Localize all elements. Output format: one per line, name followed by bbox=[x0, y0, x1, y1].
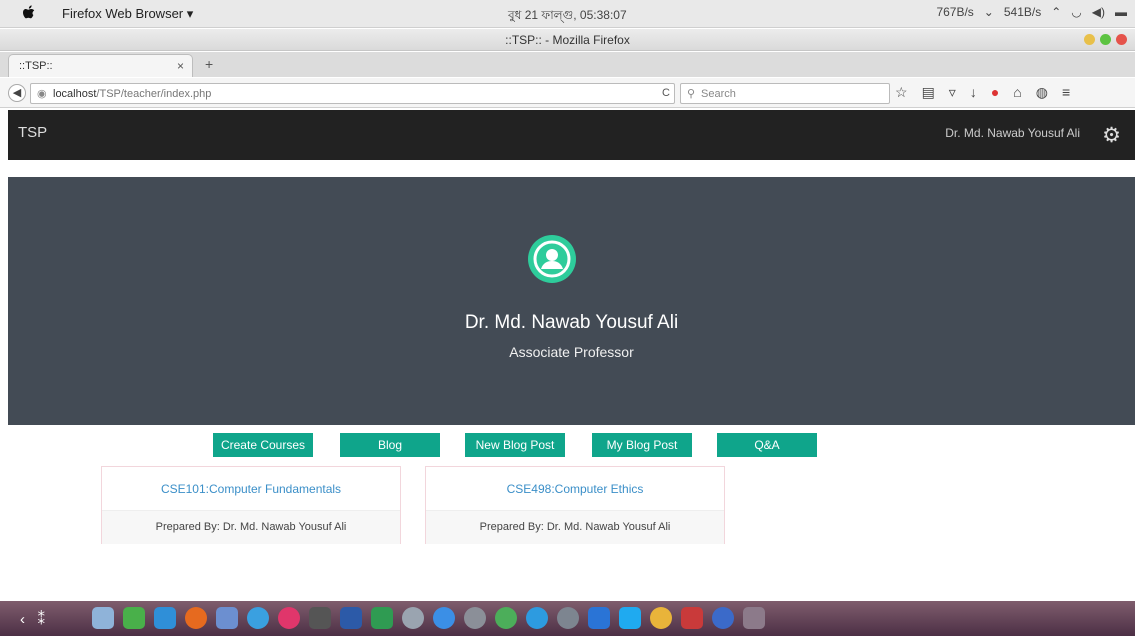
itunes-icon[interactable] bbox=[278, 607, 300, 629]
qa-button[interactable]: Q&A bbox=[717, 433, 817, 457]
course-card: CSE498:Computer Ethics Prepared By: Dr. … bbox=[425, 466, 725, 544]
minimize-button[interactable] bbox=[1084, 34, 1095, 45]
maximize-button[interactable] bbox=[1100, 34, 1111, 45]
course-title-link[interactable]: CSE101:Computer Fundamentals bbox=[102, 467, 400, 511]
messenger-icon[interactable] bbox=[526, 607, 548, 629]
profile-role: Associate Professor bbox=[509, 344, 634, 360]
check-icon[interactable] bbox=[123, 607, 145, 629]
word-icon[interactable] bbox=[340, 607, 362, 629]
blog-button[interactable]: Blog bbox=[340, 433, 440, 457]
system-tray: 767B/s ⌄ 541B/s ⌃ ◡ ◀) ▬ bbox=[936, 5, 1127, 19]
appstore-icon[interactable] bbox=[433, 607, 455, 629]
messages-icon[interactable] bbox=[247, 607, 269, 629]
upload-rate: 541B/s bbox=[1003, 5, 1042, 19]
misc-icon[interactable] bbox=[712, 607, 734, 629]
site-info-icon[interactable]: ◉ bbox=[37, 87, 47, 100]
profile-header: Dr. Md. Nawab Yousuf Ali Associate Profe… bbox=[8, 177, 1135, 425]
window-controls bbox=[1084, 34, 1127, 45]
settings-icon[interactable] bbox=[464, 607, 486, 629]
system-clock: বুধ 21 ফাল্গু, 05:38:07 bbox=[508, 8, 627, 22]
arrow-left-icon: ◀ bbox=[12, 87, 22, 99]
chevron-down-icon[interactable]: ⌄ bbox=[984, 5, 994, 19]
download-rate: 767B/s bbox=[936, 5, 974, 19]
window-title-bar: ::TSP:: - Mozilla Firefox bbox=[0, 29, 1135, 51]
url-host: localhost bbox=[53, 88, 97, 100]
battery-icon[interactable]: ▬ bbox=[1115, 5, 1127, 19]
reload-icon[interactable]: C bbox=[662, 87, 670, 99]
addon-icon[interactable]: ● bbox=[991, 84, 999, 101]
chrome-icon[interactable] bbox=[650, 607, 672, 629]
flashcard-icon[interactable] bbox=[681, 607, 703, 629]
search-input[interactable]: ⚲ Search bbox=[680, 83, 890, 104]
site-brand[interactable]: TSP bbox=[18, 124, 47, 141]
close-icon[interactable]: × bbox=[177, 59, 184, 73]
excel-icon[interactable] bbox=[371, 607, 393, 629]
os-menu-bar: Firefox Web Browser ▾ বুধ 21 ফাল্গু, 05:… bbox=[0, 0, 1135, 28]
close-window-button[interactable] bbox=[1116, 34, 1127, 45]
user-name-link[interactable]: Dr. Md. Nawab Yousuf Ali bbox=[945, 126, 1080, 140]
utility-icon[interactable] bbox=[402, 607, 424, 629]
url-path: /TSP/teacher/index.php bbox=[96, 88, 212, 100]
launcher-icon[interactable] bbox=[92, 607, 114, 629]
photo-icon[interactable] bbox=[309, 607, 331, 629]
url-text: localhost/TSP/teacher/index.php bbox=[53, 88, 211, 100]
pocket-icon[interactable]: ▿ bbox=[949, 84, 956, 101]
volume-icon[interactable]: ◀) bbox=[1092, 5, 1105, 19]
my-blog-post-button[interactable]: My Blog Post bbox=[592, 433, 692, 457]
course-author: Prepared By: Dr. Md. Nawab Yousuf Ali bbox=[426, 511, 724, 544]
map-icon[interactable] bbox=[495, 607, 517, 629]
course-card: CSE101:Computer Fundamentals Prepared By… bbox=[101, 466, 401, 544]
wifi-icon[interactable]: ◡ bbox=[1071, 5, 1081, 19]
star-icon[interactable]: ☆ bbox=[895, 84, 908, 101]
firefox-icon[interactable] bbox=[185, 607, 207, 629]
new-blog-post-button[interactable]: New Blog Post bbox=[465, 433, 565, 457]
back-button[interactable]: ◀ bbox=[8, 84, 26, 102]
grid-icon[interactable] bbox=[743, 607, 765, 629]
dock-back-icon[interactable]: ‹ ⁑ bbox=[20, 610, 45, 628]
avatar bbox=[528, 235, 576, 283]
window-title: ::TSP:: - Mozilla Firefox bbox=[505, 33, 630, 47]
course-title-link[interactable]: CSE498:Computer Ethics bbox=[426, 467, 724, 511]
gear-icon[interactable]: ⚙ bbox=[1102, 123, 1121, 148]
dock: ‹ ⁑ bbox=[0, 601, 1135, 636]
toolbar-icons: ☆ ▤ ▿ ↓ ● ⌂ ◍ ≡ bbox=[895, 84, 1070, 101]
tab-label: ::TSP:: bbox=[19, 60, 53, 72]
home-icon[interactable]: ⌂ bbox=[1013, 84, 1021, 101]
search-placeholder: Search bbox=[701, 88, 736, 100]
reading-list-icon[interactable]: ▤ bbox=[922, 84, 935, 101]
search-icon: ⚲ bbox=[687, 88, 696, 100]
tab-tsp[interactable]: ::TSP:: × bbox=[8, 54, 193, 77]
navigation-toolbar: ◀ ◉ localhost/TSP/teacher/index.php C ⚲ … bbox=[0, 78, 1135, 108]
url-bar[interactable]: ◉ localhost/TSP/teacher/index.php C bbox=[30, 83, 675, 104]
chat-icon[interactable]: ◍ bbox=[1036, 84, 1048, 101]
finder-icon[interactable] bbox=[154, 607, 176, 629]
download-icon[interactable]: ↓ bbox=[970, 84, 977, 101]
bluetooth-icon[interactable] bbox=[588, 607, 610, 629]
course-author: Prepared By: Dr. Md. Nawab Yousuf Ali bbox=[102, 511, 400, 544]
apple-icon[interactable] bbox=[22, 5, 36, 21]
sync-icon[interactable] bbox=[557, 607, 579, 629]
app-menu[interactable]: Firefox Web Browser ▾ bbox=[62, 6, 193, 22]
skype-icon[interactable] bbox=[619, 607, 641, 629]
profile-name: Dr. Md. Nawab Yousuf Ali bbox=[464, 312, 679, 333]
menu-icon[interactable]: ≡ bbox=[1062, 84, 1070, 101]
new-tab-icon[interactable]: + bbox=[205, 56, 213, 72]
dock-apps bbox=[92, 607, 765, 629]
user-icon bbox=[533, 240, 571, 278]
tab-strip: ::TSP:: × + bbox=[0, 52, 1135, 77]
chevron-up-icon[interactable]: ⌃ bbox=[1051, 5, 1061, 19]
create-courses-button[interactable]: Create Courses bbox=[213, 433, 313, 457]
preview-icon[interactable] bbox=[216, 607, 238, 629]
site-navbar: TSP Dr. Md. Nawab Yousuf Ali ⚙ bbox=[8, 110, 1135, 160]
